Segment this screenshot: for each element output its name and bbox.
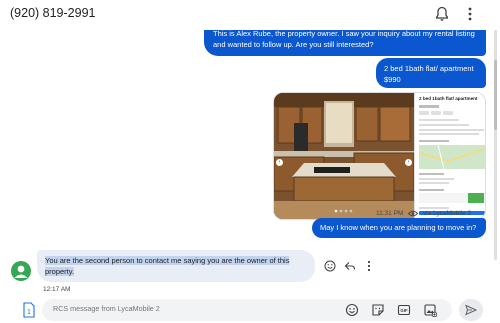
compose-field[interactable]: GIF [42,299,452,321]
bell-icon[interactable] [435,6,449,22]
message-more-icon[interactable] [366,260,372,272]
sim-carrier-label: via LycaMobile 2 [422,210,472,218]
message-time: 11:31 PM [376,210,404,218]
scrollbar-thumb[interactable] [494,60,497,130]
add-reaction-icon[interactable] [324,260,336,272]
gif-icon[interactable]: GIF [397,303,411,317]
outgoing-message[interactable]: May I know when you are planning to move… [312,218,486,238]
emoji-icon[interactable] [345,303,359,317]
composer-bar: 1 GIF [0,298,500,323]
message-time: 12:17 AM [43,286,71,293]
message-text: You are the second person to contact me … [45,256,290,276]
person-icon [14,265,28,278]
send-button[interactable] [459,299,483,321]
read-receipt-icon [408,210,419,217]
attach-media-icon[interactable] [423,303,437,317]
scrollbar-track[interactable] [494,20,497,260]
message-text: May I know when you are planning to move… [320,223,477,232]
svg-text:GIF: GIF [400,308,408,313]
more-vert-icon[interactable] [464,6,476,22]
conversation-header: (920) 819-2991 [0,0,500,30]
sticker-icon[interactable] [371,303,385,317]
outgoing-message[interactable]: 2 bed 1bath flat/ apartment $990 [376,58,486,88]
listing-title: 2 bed 1bath flat/ apartment [419,96,478,101]
listing-details-graphic [418,105,485,215]
contact-phone-number[interactable]: (920) 819-2991 [10,6,95,20]
reply-icon[interactable] [344,260,356,272]
send-icon [465,304,477,316]
image-attachment[interactable]: ‹ › 2 bed 1bath flat/ apartment [273,92,486,220]
photo-prev-icon[interactable]: ‹ [276,159,283,166]
incoming-message[interactable]: You are the second person to contact me … [37,250,315,282]
message-input[interactable] [53,304,273,313]
contact-avatar[interactable] [11,261,31,281]
listing-preview: 2 bed 1bath flat/ apartment [414,93,485,219]
kitchen-photo [274,93,414,219]
sim-icon[interactable]: 1 [22,302,36,318]
message-text: 2 bed 1bath flat/ apartment $990 [384,64,474,84]
message-meta: 11:31 PM via LycaMobile 2 [376,210,471,217]
message-text: This is Alex Rube, the property owner. I… [213,29,475,49]
photo-next-icon[interactable]: › [405,159,412,166]
sim-number: 1 [27,309,31,316]
